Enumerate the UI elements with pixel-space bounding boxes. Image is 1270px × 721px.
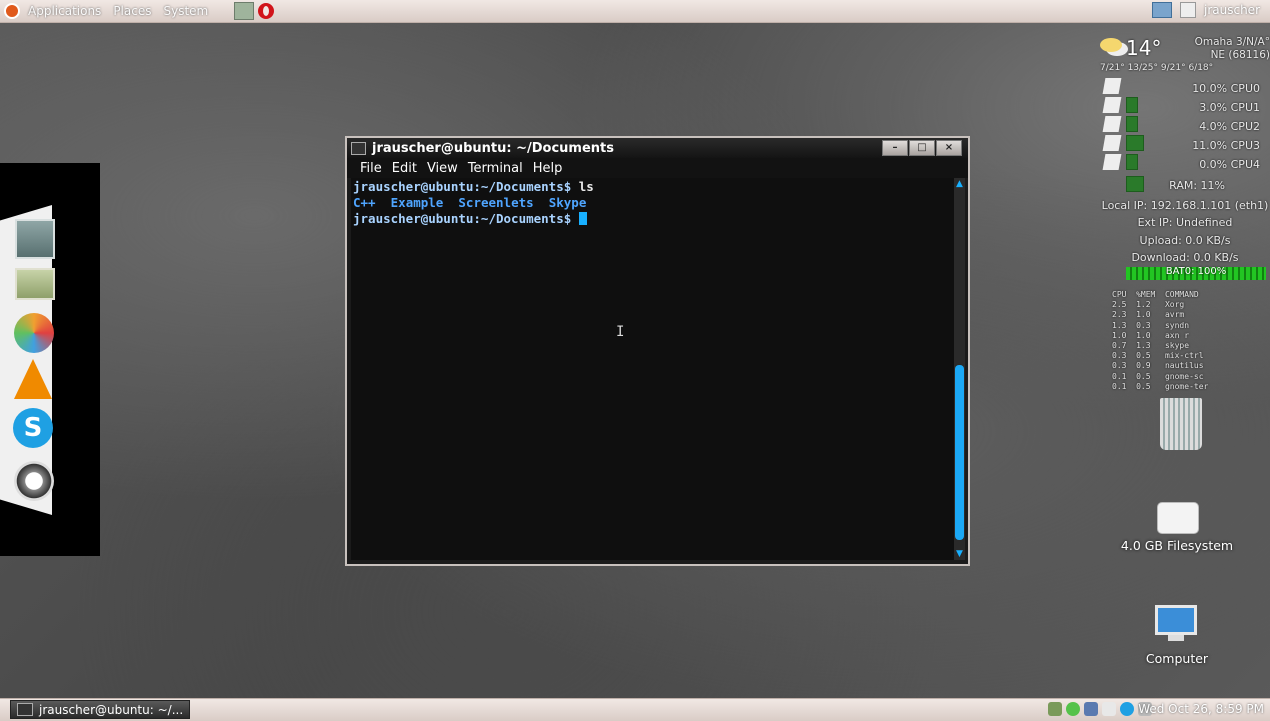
upload-rate: Upload: 0.0 KB/s: [1139, 234, 1231, 247]
maximize-button[interactable]: □: [909, 140, 935, 156]
network-icon[interactable]: [1152, 2, 1172, 18]
cpu1-icon: [1102, 97, 1122, 113]
webcam-dock-icon[interactable]: [14, 461, 54, 501]
prompt: jrauscher@ubuntu:~/Documents$: [353, 211, 572, 226]
menu-edit[interactable]: Edit: [389, 161, 420, 176]
terminal-titlebar[interactable]: jrauscher@ubuntu: ~/Documents – □ ×: [347, 138, 968, 158]
dir-entry: Skype: [548, 195, 587, 210]
conky-monitor: 14° Omaha 3/N/A° NE (68116) 7/21° 13/25°…: [1100, 36, 1270, 396]
filesystem-drive-icon[interactable]: [1157, 502, 1199, 534]
top-right-tray: jrauscher: [1152, 2, 1260, 18]
dir-entry: C++: [353, 195, 376, 210]
paint-dock-icon[interactable]: [14, 313, 54, 353]
tray-network-icon[interactable]: [1084, 702, 1098, 716]
cpu2-bar: [1126, 116, 1138, 132]
taskbar-terminal-label: jrauscher@ubuntu: ~/...: [39, 702, 184, 717]
cpu3-text: 11.0% CPU3: [1192, 139, 1260, 152]
tray-app-icon[interactable]: [1048, 702, 1062, 716]
location-text: Omaha 3/N/A°: [1194, 36, 1270, 48]
left-dock: S: [0, 163, 100, 556]
computer-stand: [1168, 635, 1184, 641]
weather-cloud-icon: [1100, 38, 1122, 52]
terminal-title: jrauscher@ubuntu: ~/Documents: [372, 140, 614, 156]
menu-applications[interactable]: Applications: [24, 4, 105, 18]
cpu3-icon: [1102, 135, 1122, 151]
bottom-panel: jrauscher@ubuntu: ~/... Wed Oct 26, 8:59…: [0, 698, 1270, 721]
ram-text: RAM: 11%: [1169, 179, 1225, 192]
terminal-scrollbar[interactable]: ▲ ▼: [954, 178, 965, 560]
text-cursor: [578, 212, 587, 225]
weather-widget: 14° Omaha 3/N/A° NE (68116) 7/21° 13/25°…: [1100, 36, 1270, 76]
minimize-button[interactable]: –: [882, 140, 908, 156]
temperature: 14°: [1126, 36, 1162, 60]
terminal-window[interactable]: jrauscher@ubuntu: ~/Documents – □ × File…: [345, 136, 970, 566]
computer-dock-icon[interactable]: [15, 219, 55, 259]
user-name[interactable]: jrauscher: [1204, 3, 1260, 17]
computer-label[interactable]: Computer: [1130, 651, 1224, 666]
cpu4-icon: [1102, 154, 1122, 170]
system-tray: [1048, 702, 1152, 716]
terminal-icon: [351, 141, 366, 155]
ext-ip: Ext IP: Undefined: [1137, 216, 1233, 229]
clock[interactable]: Wed Oct 26, 8:59 PM: [1138, 702, 1264, 716]
menu-places[interactable]: Places: [109, 4, 155, 18]
terminal-menubar: File Edit View Terminal Help: [347, 158, 968, 178]
cpu2-icon: [1102, 116, 1122, 132]
tray-skype-icon[interactable]: [1120, 702, 1134, 716]
cpu4-bar: [1126, 154, 1138, 170]
tray-mail-icon[interactable]: [1102, 702, 1116, 716]
taskbar-terminal-button[interactable]: jrauscher@ubuntu: ~/...: [10, 700, 190, 719]
scroll-down-arrow-icon[interactable]: ▼: [954, 548, 965, 560]
filesystem-label[interactable]: 4.0 GB Filesystem: [1110, 538, 1244, 553]
drive-dock-icon[interactable]: [15, 268, 55, 300]
cpu4-text: 0.0% CPU4: [1199, 158, 1260, 171]
menu-system[interactable]: System: [159, 4, 212, 18]
download-rate: Download: 0.0 KB/s: [1131, 251, 1239, 264]
local-ip: Local IP: 192.168.1.101 (eth1): [1101, 199, 1269, 212]
menu-view[interactable]: View: [424, 161, 461, 176]
terminal-launcher-icon[interactable]: [234, 2, 255, 20]
window-buttons: – □ ×: [882, 140, 962, 156]
dir-entry: Screenlets: [458, 195, 534, 210]
terminal-line: jrauscher@ubuntu:~/Documents$ ls: [353, 179, 952, 195]
menu-help[interactable]: Help: [530, 161, 566, 176]
terminal-line: C++ Example Screenlets Skype: [353, 195, 952, 211]
top-panel: Applications Places System jrauscher: [0, 0, 1270, 23]
top-menus: Applications Places System: [4, 2, 275, 20]
opera-launcher-icon[interactable]: [258, 3, 275, 19]
scroll-up-arrow-icon[interactable]: ▲: [954, 178, 965, 190]
cpu1-text: 3.0% CPU1: [1199, 101, 1260, 114]
process-list: CPU %MEM COMMAND 2.5 1.2 Xorg 2.3 1.0 av…: [1112, 290, 1209, 391]
command: ls: [571, 179, 594, 194]
cpu0-text: 10.0% CPU0: [1192, 82, 1260, 95]
user-icon[interactable]: [1180, 2, 1196, 18]
terminal-output[interactable]: jrauscher@ubuntu:~/Documents$ ls C++ Exa…: [351, 178, 954, 560]
weather-location: Omaha 3/N/A° NE (68116): [1195, 36, 1270, 62]
dir-entry: Example: [390, 195, 444, 210]
battery-text: BAT0: 100%: [1165, 266, 1227, 277]
cpu2-text: 4.0% CPU2: [1199, 120, 1260, 133]
scroll-thumb[interactable]: [955, 365, 964, 540]
cpu3-bar: [1126, 135, 1144, 151]
trash-icon[interactable]: [1160, 398, 1202, 450]
tray-update-icon[interactable]: [1066, 702, 1080, 716]
prompt: jrauscher@ubuntu:~/Documents$: [353, 179, 572, 194]
cpu0-icon: [1102, 78, 1122, 94]
menu-file[interactable]: File: [357, 161, 385, 176]
terminal-line: jrauscher@ubuntu:~/Documents$: [353, 211, 952, 227]
computer-icon[interactable]: [1155, 605, 1197, 635]
cpu1-bar: [1126, 97, 1138, 113]
taskbar-terminal-icon: [17, 703, 33, 716]
ram-bar: [1126, 176, 1144, 192]
menu-terminal[interactable]: Terminal: [465, 161, 526, 176]
close-button[interactable]: ×: [936, 140, 962, 156]
skype-dock-icon[interactable]: S: [13, 408, 53, 448]
wind-text: NE (68116): [1210, 49, 1270, 61]
ibeam-cursor-icon: I: [616, 324, 625, 340]
ubuntu-logo-icon[interactable]: [4, 3, 20, 19]
forecast: 7/21° 13/25° 9/21° 6/18°: [1100, 63, 1214, 73]
